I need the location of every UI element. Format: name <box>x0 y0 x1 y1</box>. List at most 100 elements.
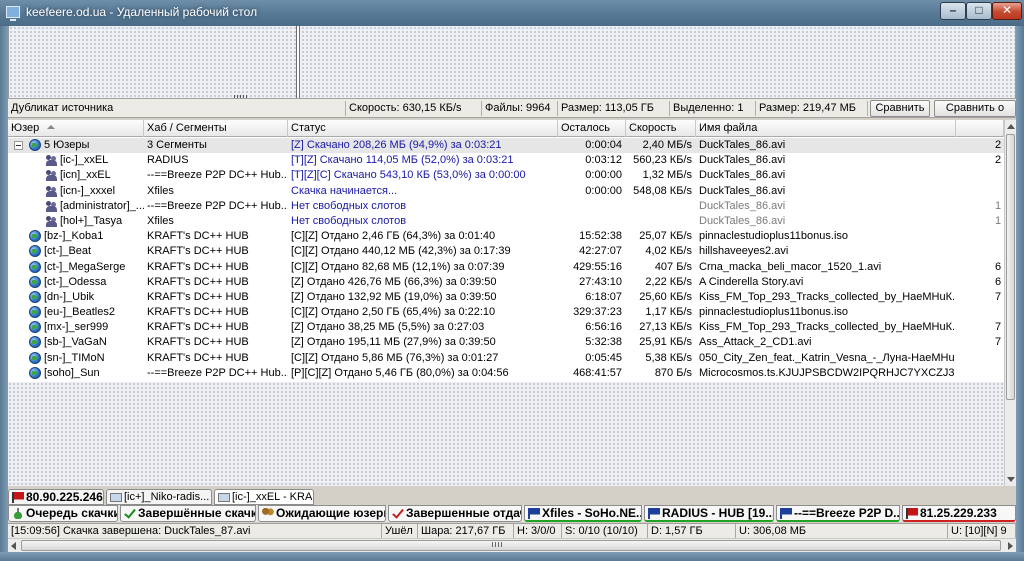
globe-icon <box>29 321 41 334</box>
cell-filename: A Cinderella Story.avi <box>699 275 804 288</box>
table-row[interactable]: 5 Юзеры 3 Сегменты [Z] Скачано 208,26 МБ (… <box>8 138 1004 154</box>
selected-size-label: Размер: 219,47 МБ <box>756 101 868 116</box>
cell-hub: Xfiles <box>147 184 174 197</box>
table-row[interactable]: [dn-]_Ubik KRAFT's DC++ HUB [Z] Отдано 132… <box>8 290 1004 305</box>
table-row[interactable]: [ct-]_Odessa KRAFT's DC++ HUB [Z] Отдано 4… <box>8 275 1004 290</box>
title-bar[interactable]: keefeere.od.ua - Удаленный рабочий стол … <box>0 0 1024 26</box>
cell-hub: KRAFT's DC++ HUB <box>147 245 249 258</box>
compare-other-button[interactable]: Сравнить о <box>934 100 1016 117</box>
table-row[interactable]: [hol+]_Tasya Xfiles Нет свободных слотов Du… <box>8 214 1004 229</box>
table-row[interactable]: [ct-]_Beat KRAFT's DC++ HUB [C][Z] Отдано … <box>8 244 1004 259</box>
scroll-thumb[interactable] <box>21 540 1001 551</box>
tab-download-queue[interactable]: Очередь скачки <box>8 505 118 522</box>
cell-hub: 3 Сегменты <box>147 139 207 151</box>
minimize-button[interactable]: – <box>940 2 966 20</box>
tab-finished-uploads[interactable]: Завершенные отдачи <box>388 505 522 522</box>
table-row[interactable]: [sn-]_TIMoN KRAFT's DC++ HUB [C][Z] Отдано… <box>8 351 1004 366</box>
cell-user: [administrator]_... <box>60 199 144 212</box>
table-row[interactable]: [soho]_Sun --==Breeze P2P DC++ Hub... [P][… <box>8 366 1004 381</box>
close-button[interactable]: ✕ <box>992 2 1022 20</box>
users-icon <box>262 508 274 519</box>
scroll-up-icon[interactable] <box>1007 124 1015 129</box>
cell-user: [ct-]_Odessa <box>44 275 107 288</box>
scroll-down-icon[interactable] <box>1007 477 1015 482</box>
table-row[interactable]: [icn]_xxEL --==Breeze P2P DC++ Hub... [T][… <box>8 168 1004 183</box>
tab-hub-radius[interactable]: RADIUS - HUB [19... <box>644 505 774 522</box>
cell-status: Нет свободных слотов <box>291 199 407 212</box>
table-row[interactable]: [ic-]_xxEL RADIUS [T][Z] Скачано 114,05 МБ… <box>8 153 1004 168</box>
hubs-count: H: 3/0/0 <box>514 524 562 539</box>
cell-extra: 7 <box>995 321 1002 334</box>
column-header-speed[interactable]: Скорость <box>626 120 696 137</box>
collapse-icon[interactable] <box>14 141 23 150</box>
cell-speed: 25,07 КБ/s <box>639 230 692 243</box>
downloaded-total: D: 1,57 ГБ <box>648 524 736 539</box>
cell-status: [Z] Отдано 195,11 МБ (27,9%) за 0:39:50 <box>291 336 496 349</box>
compare-button[interactable]: Сравнить <box>870 100 930 117</box>
scroll-left-icon[interactable] <box>11 542 16 550</box>
table-row[interactable]: [icn-]_xxxel Xfiles Скачка начинается... 0:… <box>8 184 1004 199</box>
cell-speed: 1,32 МБ/s <box>642 169 692 182</box>
cell-hub: --==Breeze P2P DC++ Hub... <box>147 199 288 212</box>
tab-finished-downloads[interactable]: Завершённые скачки <box>120 505 256 522</box>
cell-status: [T][Z][C] Скачано 543,10 КБ (53,0%) за 0… <box>291 169 526 182</box>
column-header-user[interactable]: Юзер <box>8 120 144 137</box>
cell-remaining: 329:37:23 <box>573 306 622 319</box>
cell-hub: KRAFT's DC++ HUB <box>147 351 249 364</box>
maximize-button[interactable]: □ <box>966 2 992 20</box>
cell-status: [C][Z] Отдано 82,68 МБ (12,1%) за 0:07:3… <box>291 260 505 273</box>
search-results-pane <box>8 26 1016 98</box>
table-row[interactable]: [eu-]_Beatles2 KRAFT's DC++ HUB [C][Z] Отд… <box>8 305 1004 320</box>
cell-speed: 25,91 КБ/s <box>639 336 692 349</box>
transfer-list[interactable]: Юзер Хаб / Сегменты Статус Осталось Скор… <box>8 120 1004 382</box>
tab-hub-xfiles[interactable]: Xfiles - SoHo.NE... <box>524 505 642 522</box>
globe-icon <box>29 336 41 349</box>
horizontal-scrollbar[interactable] <box>8 538 1016 552</box>
cell-user: 5 Юзеры <box>44 139 90 151</box>
tab-pm-niko[interactable]: [ic+]_Niko-radis... <box>106 489 212 505</box>
tab-hub-breeze[interactable]: --==Breeze P2P D... <box>776 505 900 522</box>
window-frame-right <box>1016 26 1024 561</box>
column-header-filename[interactable]: Имя файла <box>696 120 956 137</box>
cell-remaining: 5:32:38 <box>585 336 622 349</box>
cell-extra: 6 <box>995 260 1002 273</box>
cell-speed: 1,17 КБ/s <box>645 306 692 319</box>
column-header-extra[interactable] <box>956 120 1004 137</box>
column-header-remaining[interactable]: Осталось <box>558 120 626 137</box>
column-header-hub[interactable]: Хаб / Сегменты <box>144 120 288 137</box>
cell-filename: Kiss_FM_Top_293_Tracks_collected_by_НаеМ… <box>699 321 955 334</box>
cell-status: [C][Z] Отдано 440,12 МБ (42,3%) за 0:17:… <box>291 245 511 258</box>
tab-hub-80-90[interactable]: 80.90.225.246 <box>8 489 104 505</box>
user-icon <box>46 185 57 197</box>
cell-speed: 548,08 КБ/s <box>633 184 692 197</box>
window-frame-left <box>0 26 8 561</box>
scroll-thumb[interactable] <box>1006 134 1015 400</box>
pane-splitter[interactable] <box>296 26 300 98</box>
cell-hub: RADIUS <box>147 154 189 167</box>
cell-filename: pinnaclestudioplus11bonus.iso <box>699 306 849 319</box>
cell-speed: 5,38 КБ/s <box>645 351 692 364</box>
speed-label: Скорость: 630,15 КБ/s <box>346 101 482 116</box>
cell-status: Скачка начинается... <box>291 184 398 197</box>
search-info-bar: Дубликат источника Скорость: 630,15 КБ/s… <box>8 98 1016 118</box>
scroll-right-icon[interactable] <box>1008 542 1013 550</box>
vertical-scrollbar[interactable] <box>1004 120 1016 486</box>
list-rows: 5 Юзеры 3 Сегменты [Z] Скачано 208,26 МБ (… <box>8 138 1004 381</box>
table-row[interactable]: [mx-]_ser999 KRAFT's DC++ HUB [Z] Отдано 3… <box>8 320 1004 335</box>
table-row[interactable]: [ct-]_MegaSerge KRAFT's DC++ HUB [C][Z] От… <box>8 260 1004 275</box>
cell-filename: Ass_Attack_2_CD1.avi <box>699 336 812 349</box>
tab-pm-xxel[interactable]: [ic-]_xxEL - KRA... <box>214 489 314 505</box>
table-row[interactable]: [sb-]_VaGaN KRAFT's DC++ HUB [Z] Отдано 19… <box>8 335 1004 350</box>
hub-icon <box>780 508 792 519</box>
cell-user: [ct-]_MegaSerge <box>44 260 126 273</box>
cell-speed: 2,40 МБ/s <box>642 139 692 151</box>
table-row[interactable]: [bz-]_Koba1 KRAFT's DC++ HUB [C][Z] Отдано… <box>8 229 1004 244</box>
cell-filename: Crna_macka_beli_macor_1520_1.avi <box>699 260 882 273</box>
cell-user: [soho]_Sun <box>44 366 100 379</box>
table-row[interactable]: [administrator]_... --==Breeze P2P DC++ H… <box>8 199 1004 214</box>
cell-user: [icn]_xxEL <box>60 169 111 182</box>
column-header-status[interactable]: Статус <box>288 120 558 137</box>
tab-waiting-users[interactable]: Ожидающие юзеры <box>258 505 386 522</box>
tab-hub-81-25[interactable]: 81.25.229.233 <box>902 505 1016 522</box>
away-status[interactable]: Ушёл <box>382 524 418 539</box>
